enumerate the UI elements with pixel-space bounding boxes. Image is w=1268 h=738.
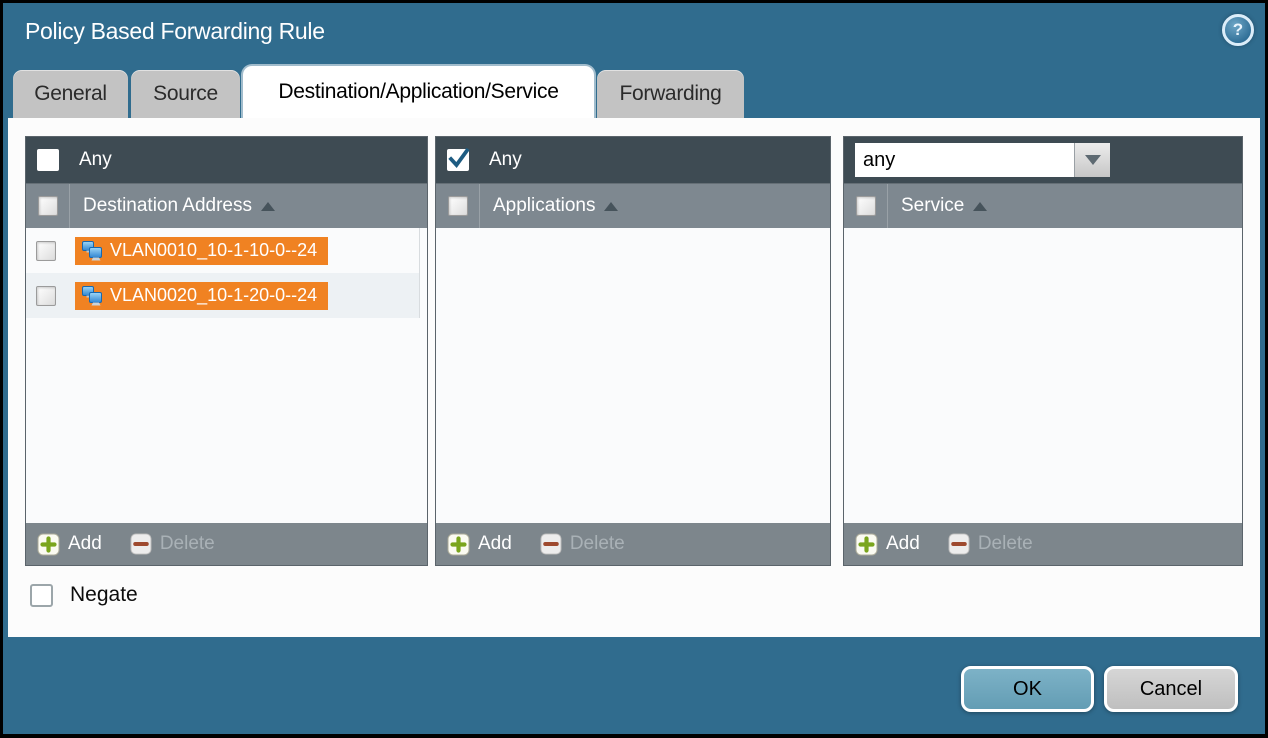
- destination-address-column: Any Destination Address: [25, 136, 428, 566]
- plus-icon: [855, 533, 878, 556]
- cancel-button[interactable]: Cancel: [1104, 666, 1238, 712]
- ok-button[interactable]: OK: [961, 666, 1094, 712]
- destination-any-bar: Any: [26, 137, 427, 183]
- service-select-all-zone: [844, 184, 888, 228]
- network-nodes-icon: [81, 286, 103, 306]
- sort-ascending-icon: [261, 202, 275, 211]
- tab-source[interactable]: Source: [131, 70, 240, 118]
- add-label: Add: [478, 533, 512, 555]
- dialog-title: Policy Based Forwarding Rule: [25, 18, 325, 45]
- table-row[interactable]: VLAN0010_10-1-10-0--24: [26, 228, 419, 273]
- policy-based-forwarding-dialog: Policy Based Forwarding Rule ? General S…: [3, 3, 1265, 734]
- minus-icon: [130, 533, 152, 555]
- add-label: Add: [68, 533, 102, 555]
- checkmark-icon: [446, 146, 472, 172]
- sort-ascending-icon: [604, 202, 618, 211]
- destination-address-list: VLAN0010_10-1-10-0--24 VLAN: [26, 228, 427, 523]
- address-object-label: VLAN0020_10-1-20-0--24: [110, 285, 317, 306]
- network-nodes-icon: [81, 241, 103, 261]
- help-icon[interactable]: ?: [1222, 14, 1254, 46]
- service-dropdown-bar: any: [844, 137, 1242, 183]
- service-header-row: Service: [844, 183, 1242, 228]
- tab-general[interactable]: General: [13, 70, 128, 118]
- tab-source-label: Source: [153, 82, 218, 106]
- applications-any-bar: Any: [436, 137, 830, 183]
- destination-any-label: Any: [79, 149, 112, 171]
- delete-label: Delete: [978, 533, 1033, 555]
- tab-content-panel: Any Destination Address: [8, 118, 1260, 637]
- destination-select-all-checkbox[interactable]: [38, 196, 58, 216]
- applications-column: Any Applications Add: [435, 136, 831, 566]
- negate-label: Negate: [70, 583, 138, 607]
- chevron-down-icon: [1085, 155, 1101, 165]
- row-checkbox[interactable]: [36, 241, 56, 261]
- applications-any-label: Any: [489, 149, 522, 171]
- tab-bar: General Source Destination/Application/S…: [13, 66, 744, 118]
- destination-any-checkbox[interactable]: [37, 149, 59, 171]
- tab-forwarding[interactable]: Forwarding: [597, 70, 744, 118]
- negate-checkbox[interactable]: [30, 584, 53, 607]
- service-header[interactable]: Service: [901, 195, 964, 217]
- service-dropdown-input[interactable]: any: [855, 143, 1074, 177]
- destination-address-header-row: Destination Address: [26, 183, 427, 228]
- delete-button[interactable]: Delete: [540, 533, 625, 555]
- plus-icon: [37, 533, 60, 556]
- applications-header[interactable]: Applications: [493, 195, 595, 217]
- destination-rows: VLAN0010_10-1-10-0--24 VLAN: [26, 228, 420, 318]
- add-button[interactable]: Add: [37, 533, 102, 556]
- add-button[interactable]: Add: [447, 533, 512, 556]
- service-combo: any: [855, 143, 1110, 177]
- tab-destination-application-service-label: Destination/Application/Service: [278, 80, 558, 104]
- applications-select-all-checkbox[interactable]: [448, 196, 468, 216]
- service-select-all-checkbox[interactable]: [856, 196, 876, 216]
- delete-button[interactable]: Delete: [130, 533, 215, 555]
- add-button[interactable]: Add: [855, 533, 920, 556]
- minus-icon: [948, 533, 970, 555]
- service-footer-bar: Add Delete: [844, 523, 1242, 565]
- add-label: Add: [886, 533, 920, 555]
- table-row[interactable]: VLAN0020_10-1-20-0--24: [26, 273, 419, 318]
- address-object-label: VLAN0010_10-1-10-0--24: [110, 240, 317, 261]
- address-object-chip[interactable]: VLAN0010_10-1-10-0--24: [75, 237, 328, 265]
- destination-select-all-zone: [26, 184, 70, 228]
- sort-ascending-icon: [973, 202, 987, 211]
- delete-button[interactable]: Delete: [948, 533, 1033, 555]
- applications-list: [436, 228, 830, 523]
- tab-forwarding-label: Forwarding: [619, 82, 721, 106]
- service-dropdown-button[interactable]: [1074, 143, 1110, 177]
- applications-footer-bar: Add Delete: [436, 523, 830, 565]
- help-glyph: ?: [1233, 20, 1243, 40]
- row-checkbox[interactable]: [36, 286, 56, 306]
- destination-footer-bar: Add Delete: [26, 523, 427, 565]
- negate-option: Negate: [30, 583, 138, 607]
- service-list: [844, 228, 1242, 523]
- tab-general-label: General: [34, 82, 107, 106]
- plus-icon: [447, 533, 470, 556]
- destination-address-header[interactable]: Destination Address: [83, 195, 252, 217]
- tab-destination-application-service[interactable]: Destination/Application/Service: [243, 66, 594, 118]
- delete-label: Delete: [160, 533, 215, 555]
- delete-label: Delete: [570, 533, 625, 555]
- applications-select-all-zone: [436, 184, 480, 228]
- applications-any-checkbox[interactable]: [447, 149, 469, 171]
- applications-header-row: Applications: [436, 183, 830, 228]
- service-column: any Service: [843, 136, 1243, 566]
- minus-icon: [540, 533, 562, 555]
- address-object-chip[interactable]: VLAN0020_10-1-20-0--24: [75, 282, 328, 310]
